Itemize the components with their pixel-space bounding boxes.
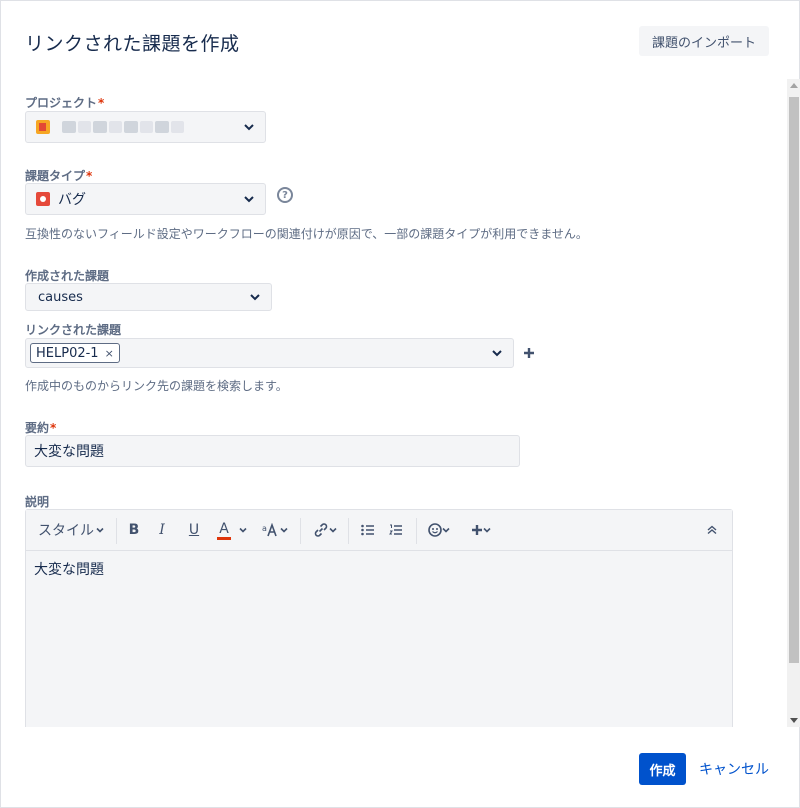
required-marker: * — [98, 96, 105, 110]
issue-type-select[interactable]: バグ — [25, 183, 266, 215]
toolbar-separator — [116, 518, 117, 544]
numbered-list-button[interactable] — [384, 516, 408, 544]
dialog-scrollbar[interactable] — [787, 79, 800, 727]
text-color-button[interactable]: A — [214, 516, 250, 544]
double-chevron-up-icon — [707, 525, 717, 535]
description-textarea[interactable]: 大変な問題 — [26, 551, 732, 587]
import-issues-button[interactable]: 課題のインポート — [639, 26, 769, 56]
project-label: プロジェクト* — [25, 96, 105, 110]
cancel-link[interactable]: キャンセル — [699, 759, 769, 779]
remove-tag-icon[interactable]: × — [105, 347, 114, 360]
text-formatting-button[interactable]: a — [258, 516, 292, 544]
form-scroll-area: プロジェクト* 課題タイプ* バグ ? 互換性のないフィールド設定やワークフロー… — [1, 79, 800, 727]
linked-issue-picker[interactable]: HELP02-1 × — [25, 338, 514, 368]
summary-label: 要約* — [25, 421, 57, 435]
linked-issue-label: リンクされた課題 — [25, 323, 122, 337]
scrollbar-thumb[interactable] — [789, 97, 799, 663]
toolbar-separator — [300, 518, 301, 544]
created-issue-label: 作成された課題 — [25, 269, 110, 283]
project-select[interactable] — [25, 111, 266, 143]
description-label: 説明 — [25, 495, 50, 509]
numbered-list-icon — [389, 524, 402, 535]
issue-type-label: 課題タイプ* — [25, 169, 93, 183]
bullet-list-icon — [361, 524, 374, 536]
description-editor: スタイル B I U A a 大変な問題 — [25, 509, 733, 727]
toolbar-separator — [348, 518, 349, 544]
summary-input[interactable]: 大変な問題 — [25, 435, 520, 467]
bold-button[interactable]: B — [122, 516, 146, 544]
required-marker: * — [50, 421, 57, 435]
project-avatar-icon — [36, 120, 50, 134]
issue-type-value: バグ — [58, 192, 86, 208]
chevron-down-icon — [442, 527, 450, 533]
text-color-icon: A — [217, 521, 231, 540]
underline-button[interactable]: U — [182, 516, 206, 544]
bug-icon — [36, 192, 50, 206]
issue-tag-key: HELP02-1 — [36, 345, 99, 361]
insert-more-button[interactable] — [466, 516, 496, 544]
create-button[interactable]: 作成 — [639, 753, 686, 785]
link-type-select[interactable]: causes — [25, 283, 272, 311]
chevron-down-icon — [244, 124, 254, 131]
issue-tag: HELP02-1 × — [30, 343, 120, 363]
plus-icon — [472, 525, 482, 535]
scroll-down-arrow-icon[interactable] — [790, 718, 798, 723]
dialog-title: リンクされた課題を作成 — [25, 33, 240, 55]
help-icon[interactable]: ? — [277, 187, 293, 203]
emoji-icon — [428, 523, 442, 537]
style-dropdown[interactable]: スタイル — [36, 516, 106, 544]
editor-toolbar: スタイル B I U A a — [26, 510, 732, 551]
link-type-value: causes — [38, 289, 83, 305]
emoji-button[interactable] — [424, 516, 454, 544]
chevron-down-icon — [483, 527, 491, 533]
chevron-down-icon — [280, 527, 288, 533]
chevron-down-icon — [244, 196, 254, 203]
required-marker: * — [86, 169, 93, 183]
linked-issue-note: 作成中のものからリンク先の課題を検索します。 — [25, 379, 288, 393]
add-link-plus-icon[interactable] — [523, 347, 535, 359]
create-linked-issue-dialog: リンクされた課題を作成 課題のインポート プロジェクト* 課題タイプ* バグ ?… — [0, 0, 800, 808]
chevron-down-icon — [250, 294, 260, 301]
chevron-down-icon — [329, 527, 337, 533]
italic-button[interactable]: I — [150, 516, 174, 544]
scroll-up-arrow-icon[interactable] — [790, 83, 798, 88]
issue-type-note: 互換性のないフィールド設定やワークフローの関連付けが原因で、一部の課題タイプが利… — [25, 227, 588, 241]
bullet-list-button[interactable] — [356, 516, 380, 544]
chevron-down-icon — [239, 527, 247, 533]
toolbar-separator — [416, 518, 417, 544]
chevron-down-icon — [492, 350, 502, 357]
svg-text:a: a — [262, 524, 267, 533]
link-icon — [314, 523, 328, 537]
link-button[interactable] — [308, 516, 342, 544]
collapse-toolbar-button[interactable] — [700, 516, 724, 544]
project-name-redacted — [62, 121, 184, 133]
chevron-down-icon — [96, 527, 104, 533]
text-styles-icon: a — [262, 523, 277, 537]
